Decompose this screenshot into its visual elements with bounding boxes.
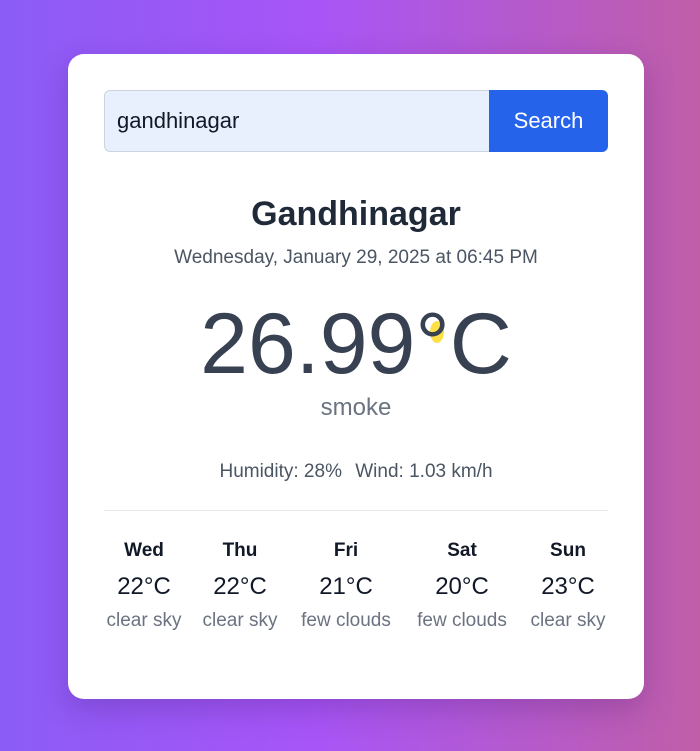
forecast-day-temp: 23°C bbox=[541, 573, 595, 600]
forecast-day: Wed 22°C clear sky bbox=[107, 539, 182, 633]
weather-card: Search Gandhinagar Wednesday, January 29… bbox=[68, 54, 644, 699]
city-search-input[interactable] bbox=[104, 90, 489, 152]
forecast-day-desc: few clouds bbox=[301, 610, 391, 631]
forecast-day-name: Fri bbox=[333, 540, 359, 561]
forecast-day-desc: clear sky bbox=[106, 610, 182, 631]
forecast-day-name: Wed bbox=[124, 540, 164, 561]
forecast-day-temp: 22°C bbox=[213, 573, 267, 600]
search-bar: Search bbox=[104, 90, 608, 152]
forecast-day: Fri 21°C few clouds bbox=[301, 539, 391, 633]
forecast-day-name: Sun bbox=[550, 540, 586, 561]
forecast-day-name: Sat bbox=[447, 540, 477, 561]
forecast-day: Thu 22°C clear sky bbox=[203, 539, 278, 633]
forecast-day-temp: 21°C bbox=[319, 573, 373, 600]
current-temperature: 26.99°C bbox=[200, 296, 512, 392]
current-temperature-block: 26.99°C bbox=[104, 294, 608, 394]
humidity-value: Humidity: 28% bbox=[219, 461, 342, 482]
wind-value: Wind: 1.03 km/h bbox=[355, 461, 493, 482]
forecast-day: Sat 20°C few clouds bbox=[417, 539, 507, 633]
date-time: Wednesday, January 29, 2025 at 06:45 PM bbox=[174, 247, 538, 268]
city-name: Gandhinagar bbox=[251, 195, 461, 233]
forecast-day-desc: few clouds bbox=[417, 610, 507, 631]
forecast-day-temp: 20°C bbox=[435, 573, 489, 600]
forecast-day-name: Thu bbox=[222, 540, 258, 561]
forecast-list: Wed 22°C clear sky Thu 22°C clear sky Fr… bbox=[104, 511, 608, 651]
forecast-day-desc: clear sky bbox=[530, 610, 606, 631]
weather-description: smoke bbox=[320, 394, 392, 421]
forecast-day-desc: clear sky bbox=[202, 610, 278, 631]
search-button[interactable]: Search bbox=[489, 90, 608, 152]
weather-stats: Humidity: 28% Wind: 1.03 km/h bbox=[104, 460, 608, 484]
forecast-day-temp: 22°C bbox=[117, 573, 171, 600]
forecast-day: Sun 23°C clear sky bbox=[531, 539, 606, 633]
